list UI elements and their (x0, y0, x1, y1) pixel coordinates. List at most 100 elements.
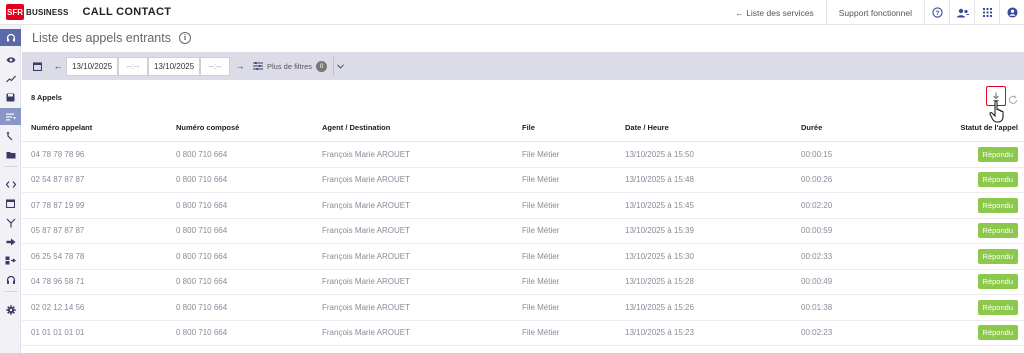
next-period-button[interactable]: → (234, 57, 246, 75)
column-header-queue[interactable]: File (522, 123, 535, 132)
status-badge: Répondu (977, 197, 1018, 213)
table-body: 04 78 78 78 96 0 800 710 664 François Mari… (22, 142, 1024, 346)
settings-icon[interactable] (0, 301, 21, 318)
cell-agent: François Marie AROUET (322, 328, 411, 338)
results-count: 8 Appels (31, 92, 62, 102)
date-from-input[interactable]: 13/10/2025 (66, 56, 118, 76)
cell-dialed: 0 800 710 664 (176, 277, 228, 287)
status-badge: Répondu (977, 325, 1018, 341)
cell-queue: File Métier (522, 200, 560, 210)
eye-icon[interactable] (0, 51, 21, 68)
cell-duration: 00:02:33 (801, 251, 833, 261)
cell-dialed: 0 800 710 664 (176, 328, 228, 338)
time-from-input[interactable]: --:-- (118, 56, 148, 76)
cell-datetime: 13/10/2025 à 15:23 (625, 328, 694, 338)
calls-table: Numéro appelant Numéro composé Agent / D… (22, 114, 1024, 346)
brand-business-label: BUSINESS (26, 7, 69, 17)
page-header: Liste des appels entrants i (22, 25, 1024, 50)
date-to-input[interactable]: 13/10/2025 (148, 56, 200, 76)
sidebar-divider (4, 291, 17, 292)
table-row[interactable]: 01 01 01 01 01 0 800 710 664 François Mari… (22, 321, 1024, 346)
info-icon[interactable]: i (178, 31, 191, 44)
column-header-status[interactable]: Statut de l'appel (960, 123, 1018, 132)
merge-icon[interactable] (0, 214, 21, 231)
calendar-icon[interactable] (0, 195, 21, 212)
help-icon[interactable]: ? (924, 0, 949, 25)
column-header-agent[interactable]: Agent / Destination (322, 123, 390, 132)
refresh-icon[interactable] (1008, 92, 1018, 104)
services-list-link[interactable]: ← Liste des services (723, 0, 825, 25)
table-row[interactable]: 04 78 96 58 71 0 800 710 664 François Mari… (22, 270, 1024, 295)
forward-icon[interactable] (0, 233, 21, 250)
app-title: CALL CONTACT (82, 6, 172, 18)
trend-icon[interactable] (0, 70, 21, 87)
brand[interactable]: SFR BUSINESS CALL CONTACT (0, 0, 171, 25)
sidebar-divider (4, 166, 17, 167)
headphones-icon[interactable] (0, 271, 21, 288)
cell-dialed: 0 800 710 664 (176, 251, 228, 261)
table-header: Numéro appelant Numéro composé Agent / D… (22, 114, 1024, 142)
cell-duration: 00:00:59 (801, 226, 833, 236)
previous-period-button[interactable]: ← (52, 57, 64, 75)
cell-caller: 04 78 78 78 96 (31, 149, 85, 159)
sfr-logo: SFR (6, 4, 24, 20)
cell-caller: 05 87 87 87 87 (31, 226, 85, 236)
svg-text:?: ? (935, 10, 939, 17)
cell-dialed: 0 800 710 664 (176, 302, 228, 312)
column-header-caller[interactable]: Numéro appelant (31, 123, 92, 132)
more-filters-label: Plus de filtres (267, 61, 313, 71)
table-row[interactable]: 05 87 87 87 87 0 800 710 664 François Mari… (22, 219, 1024, 244)
table-row[interactable]: 04 78 78 78 96 0 800 710 664 François Mari… (22, 142, 1024, 168)
call-split-icon[interactable] (0, 127, 21, 144)
cell-dialed: 0 800 710 664 (176, 200, 228, 210)
table-row[interactable]: 06 25 54 78 78 0 800 710 664 François Mari… (22, 244, 1024, 270)
status-badge: Répondu (977, 146, 1018, 162)
users-icon[interactable] (949, 0, 974, 25)
code-icon[interactable] (0, 176, 21, 193)
filter-bar: ← 13/10/2025 --:-- 13/10/2025 --:-- → Pl… (22, 52, 1024, 80)
headset-icon[interactable] (0, 29, 21, 46)
table-row[interactable]: 07 78 87 19 99 0 800 710 664 François Mari… (22, 193, 1024, 219)
column-header-dialed[interactable]: Numéro composé (176, 123, 239, 132)
account-icon[interactable] (999, 0, 1024, 25)
cell-caller: 07 78 87 19 99 (31, 200, 85, 210)
cell-queue: File Métier (522, 226, 560, 236)
table-row[interactable]: 02 54 87 87 87 0 800 710 664 François Mari… (22, 168, 1024, 193)
support-link[interactable]: Support fonctionnel (825, 0, 924, 25)
time-to-input[interactable]: --:-- (200, 56, 230, 76)
save-icon[interactable] (0, 89, 21, 106)
status-badge: Répondu (977, 299, 1018, 315)
column-header-duration[interactable]: Durée (801, 123, 822, 132)
cell-duration: 00:00:26 (801, 175, 833, 185)
more-filters-button[interactable]: Plus de filtres 0 (252, 60, 328, 72)
cell-caller: 06 25 54 78 78 (31, 251, 85, 261)
cell-duration: 00:00:15 (801, 149, 833, 159)
cell-dialed: 0 800 710 664 (176, 175, 228, 185)
cell-duration: 00:02:20 (801, 200, 833, 210)
apps-grid-icon[interactable] (974, 0, 999, 25)
calendar-picker-icon[interactable] (30, 59, 44, 73)
cell-queue: File Métier (522, 251, 560, 261)
cell-agent: François Marie AROUET (322, 251, 411, 261)
cell-queue: File Métier (522, 302, 560, 312)
cell-duration: 00:00:49 (801, 277, 833, 287)
sidebar (0, 25, 21, 353)
cell-datetime: 13/10/2025 à 15:26 (625, 302, 694, 312)
cell-caller: 02 02 12 14 56 (31, 302, 85, 312)
table-row[interactable]: 02 02 12 14 56 0 800 710 664 François Mari… (22, 295, 1024, 321)
column-header-datetime[interactable]: Date / Heure (625, 123, 669, 132)
chevron-down-icon[interactable] (333, 57, 347, 75)
status-badge: Répondu (977, 248, 1018, 264)
cell-queue: File Métier (522, 328, 560, 338)
cell-datetime: 13/10/2025 à 15:45 (625, 200, 694, 210)
transfer-icon[interactable] (0, 252, 21, 269)
list-filter-icon[interactable] (0, 108, 21, 125)
filters-count-badge: 0 (316, 60, 328, 72)
cell-datetime: 13/10/2025 à 15:39 (625, 226, 694, 236)
results-header: 8 Appels (22, 82, 1024, 112)
cell-agent: François Marie AROUET (322, 175, 411, 185)
cell-caller: 01 01 01 01 01 (31, 328, 85, 338)
cell-agent: François Marie AROUET (322, 200, 411, 210)
status-badge: Répondu (977, 172, 1018, 188)
folder-icon[interactable] (0, 146, 21, 163)
